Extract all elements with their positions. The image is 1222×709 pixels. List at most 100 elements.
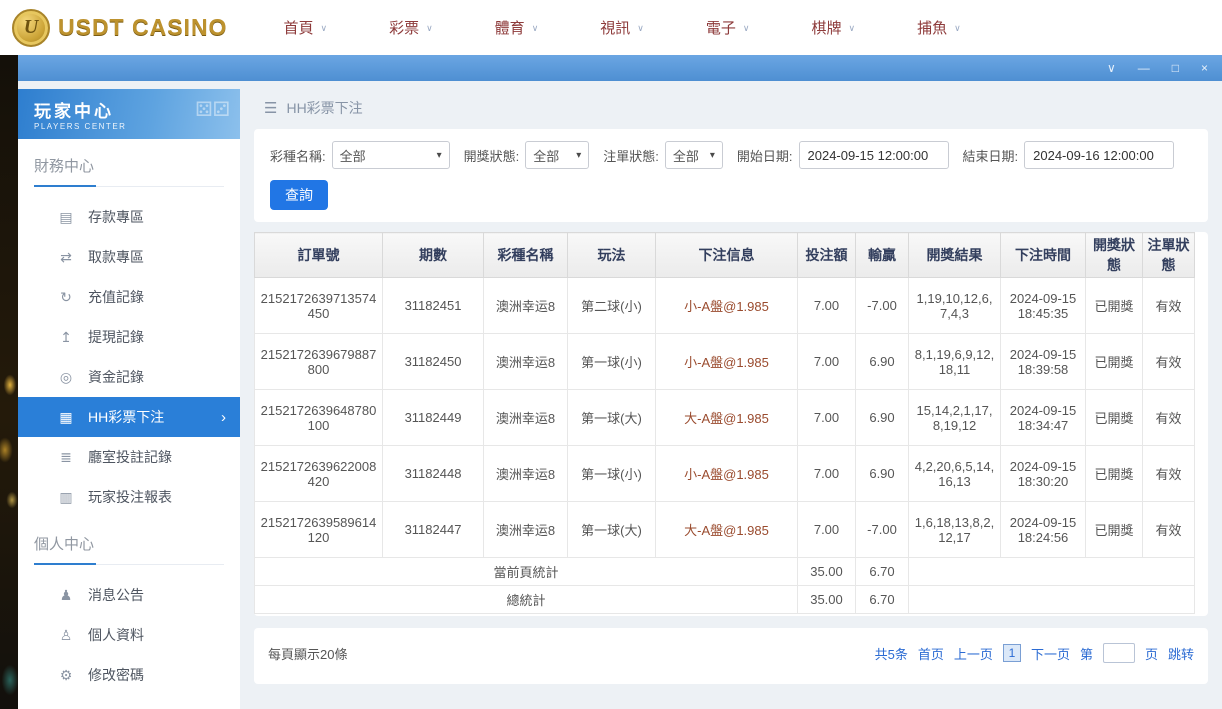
sidebar-item-profile[interactable]: ♙個人資料 (18, 615, 240, 655)
cell-bet-time: 2024-09-15 18:24:56 (1001, 502, 1086, 558)
table-row: 2152172639648780100 31182449 澳洲幸运8 第一球(大… (255, 390, 1195, 446)
order-status-value: 全部 (673, 146, 699, 165)
sidebar-item-funds-record[interactable]: ◎資金記錄 (18, 357, 240, 397)
nav-item-live-video[interactable]: 視訊∨ (600, 17, 644, 38)
sidebar-item-recharge-record[interactable]: ↻充值記錄 (18, 277, 240, 317)
cell-win-loss: 6.90 (856, 390, 909, 446)
sidebar-item-hall-bet-records[interactable]: ≣ 廳室投註記錄 (18, 437, 240, 477)
chevron-right-icon: › (221, 409, 226, 426)
hall-records-icon: ≣ (58, 449, 74, 466)
search-button[interactable]: 查詢 (270, 180, 328, 210)
order-status-select[interactable]: 全部 ▾ (665, 141, 723, 169)
password-icon: ⚙ (58, 667, 74, 684)
cell-bet-info: 大-A盤@1.985 (656, 502, 798, 558)
table-header-row: 訂單號 期數 彩種名稱 玩法 下注信息 投注額 輸贏 開獎結果 下注時間 開獎狀… (255, 233, 1195, 278)
cell-draw-result: 4,2,20,6,5,14,16,13 (909, 446, 1001, 502)
summary-empty (909, 558, 1195, 586)
lottery-name-select[interactable]: 全部 ▾ (332, 141, 450, 169)
announcement-icon: ♟ (58, 587, 74, 604)
cell-draw-result: 15,14,2,1,17,8,19,12 (909, 390, 1001, 446)
cell-bet-time: 2024-09-15 18:30:20 (1001, 446, 1086, 502)
prev-page-link[interactable]: 上一页 (954, 644, 993, 663)
cell-bet-info: 大-A盤@1.985 (656, 390, 798, 446)
window-chevron-icon[interactable]: ∨ (1107, 62, 1116, 74)
sidebar-item-deposit[interactable]: ▤存款專區 (18, 197, 240, 237)
cell-order-status: 有效 (1143, 390, 1195, 446)
window-close-icon[interactable]: × (1201, 62, 1208, 74)
table-row: 2152172639589614120 31182447 澳洲幸运8 第一球(大… (255, 502, 1195, 558)
end-date-input[interactable] (1024, 141, 1174, 169)
cell-order-no: 2152172639713574450 (255, 278, 383, 334)
current-page-indicator[interactable]: 1 (1003, 644, 1021, 662)
cell-order-no: 2152172639648780100 (255, 390, 383, 446)
coin-letter: U (24, 16, 38, 39)
chevron-down-icon: ∨ (426, 23, 433, 34)
sidebar-item-player-bet-report[interactable]: ▥玩家投注報表 (18, 477, 240, 517)
cell-draw-result: 1,19,10,12,6,7,4,3 (909, 278, 1001, 334)
nav-item-slots[interactable]: 電子∨ (706, 17, 750, 38)
sidebar-item-cashout-record[interactable]: ↥提現記錄 (18, 317, 240, 357)
cell-period: 31182451 (383, 278, 484, 334)
background-image-strip (0, 55, 18, 709)
col-bet-amount: 投注額 (798, 233, 856, 278)
draw-status-value: 全部 (533, 146, 559, 165)
summary-bet-amount: 35.00 (798, 586, 856, 614)
order-status-label: 注單狀態: (603, 146, 659, 165)
logo[interactable]: U USDT CASINO (0, 9, 227, 47)
nav-item-fishing[interactable]: 捕魚∨ (917, 17, 961, 38)
logo-text: USDT CASINO (58, 14, 227, 41)
usdt-coin-icon: U (12, 9, 50, 47)
nav-item-home[interactable]: 首頁∨ (283, 17, 327, 38)
sidebar-item-announcements[interactable]: ♟消息公告 (18, 575, 240, 615)
next-page-link[interactable]: 下一页 (1031, 644, 1070, 663)
cell-win-loss: -7.00 (856, 278, 909, 334)
cell-bet-time: 2024-09-15 18:45:35 (1001, 278, 1086, 334)
nav-item-sports[interactable]: 體育∨ (495, 17, 539, 38)
window-maximize-icon[interactable]: □ (1172, 62, 1179, 74)
nav-item-lottery[interactable]: 彩票 ∨ (389, 17, 433, 38)
page-jump-input[interactable] (1103, 643, 1135, 663)
nav-item-card-games[interactable]: 棋牌∨ (812, 17, 856, 38)
nav-item-label: 棋牌 (812, 17, 842, 38)
cell-win-loss: 6.90 (856, 446, 909, 502)
jump-button[interactable]: 跳转 (1168, 644, 1194, 663)
top-nav-bar: U USDT CASINO 首頁∨ 彩票 ∨ 體育∨ 視訊∨ 電子∨ 棋牌∨ 捕魚… (0, 0, 1222, 55)
app-window: ∨ — □ × 玩家中心 PLAYERS CENTER ⚄⚂ 財務中心 ▤存款專… (18, 55, 1222, 709)
deposit-icon: ▤ (58, 209, 74, 226)
hamburger-icon[interactable]: ☰ (264, 99, 277, 117)
nav-item-label: 首頁 (283, 17, 313, 38)
cell-draw-status: 已開獎 (1086, 334, 1143, 390)
draw-status-select[interactable]: 全部 ▾ (525, 141, 589, 169)
sidebar-item-label: 廳室投註記錄 (88, 447, 172, 467)
cell-order-status: 有效 (1143, 334, 1195, 390)
window-minimize-icon[interactable]: — (1138, 62, 1150, 74)
col-bet-info: 下注信息 (656, 233, 798, 278)
sidebar: 玩家中心 PLAYERS CENTER ⚄⚂ 財務中心 ▤存款專區 ⇄取款專區 … (18, 89, 240, 709)
nav-item-label: 彩票 (389, 17, 419, 38)
nav-item-label: 體育 (495, 17, 525, 38)
cell-order-status: 有效 (1143, 502, 1195, 558)
first-page-link[interactable]: 首页 (918, 644, 944, 663)
section-personal-center: 個人中心 (34, 533, 224, 565)
sidebar-item-withdraw[interactable]: ⇄取款專區 (18, 237, 240, 277)
cell-lottery: 澳洲幸运8 (484, 502, 568, 558)
filter-row: 彩種名稱: 全部 ▾ 開獎狀態: 全部 ▾ 注單狀態: 全部 ▾ (270, 141, 1192, 169)
cell-bet-amount: 7.00 (798, 446, 856, 502)
withdraw-icon: ⇄ (58, 249, 74, 266)
cell-bet-time: 2024-09-15 18:39:58 (1001, 334, 1086, 390)
start-date-input[interactable] (799, 141, 949, 169)
cell-draw-status: 已開獎 (1086, 446, 1143, 502)
table-row: 2152172639679887800 31182450 澳洲幸运8 第一球(小… (255, 334, 1195, 390)
col-lottery: 彩種名稱 (484, 233, 568, 278)
main-content: ☰ HH彩票下注 彩種名稱: 全部 ▾ 開獎狀態: 全部 ▾ 注單狀態: (240, 81, 1222, 709)
funds-record-icon: ◎ (58, 369, 74, 386)
total-count-text: 共5条 (875, 644, 908, 663)
sidebar-item-hh-lottery-bets[interactable]: ▦HH彩票下注› (18, 397, 240, 437)
sidebar-item-label: 提現記錄 (88, 327, 144, 347)
dice-decoration-icon: ⚄⚂ (195, 97, 230, 122)
sidebar-item-change-password[interactable]: ⚙修改密碼 (18, 655, 240, 695)
pager-controls: 共5条 首页 上一页 1 下一页 第 页 跳转 (875, 643, 1194, 663)
select-arrow-icon: ▾ (710, 150, 715, 161)
cell-lottery: 澳洲幸运8 (484, 334, 568, 390)
draw-status-label: 開獎狀態: (464, 146, 520, 165)
